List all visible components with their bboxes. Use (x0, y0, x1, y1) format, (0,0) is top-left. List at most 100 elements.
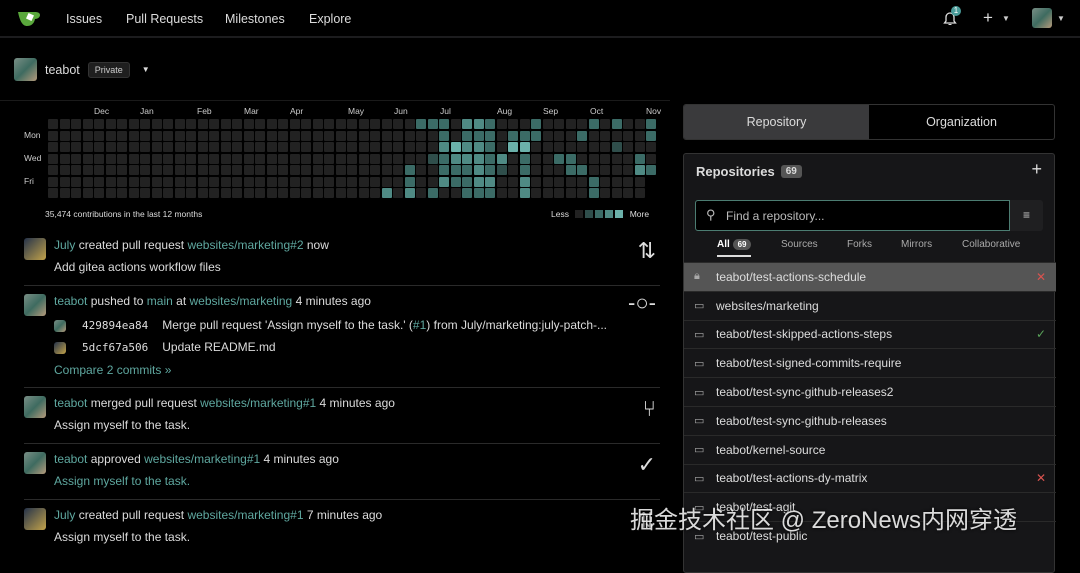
heatmap-cell[interactable] (462, 153, 472, 164)
chevron-down-icon[interactable]: ▼ (1057, 14, 1065, 23)
heatmap-cell[interactable] (174, 176, 185, 187)
heatmap-cell[interactable] (577, 130, 587, 141)
heatmap-cell[interactable] (278, 153, 288, 164)
filter-collaborative[interactable]: Collaborative (962, 239, 1020, 250)
user-avatar[interactable] (24, 238, 46, 260)
heatmap-cell[interactable] (59, 176, 70, 187)
user-avatar[interactable] (24, 396, 46, 418)
heatmap-cell[interactable] (71, 153, 81, 164)
heatmap-cell[interactable] (519, 130, 530, 141)
heatmap-cell[interactable] (94, 165, 104, 175)
heatmap-cell[interactable] (289, 165, 300, 175)
heatmap-cell[interactable] (324, 142, 334, 152)
user-avatar[interactable] (24, 294, 46, 316)
heatmap-cell[interactable] (404, 165, 415, 175)
heatmap-cell[interactable] (151, 165, 162, 175)
heatmap-cell[interactable] (335, 188, 346, 198)
heatmap-cell[interactable] (324, 165, 334, 175)
heatmap-cell[interactable] (59, 142, 70, 152)
heatmap-cell[interactable] (335, 153, 346, 164)
heatmap-cell[interactable] (427, 119, 438, 129)
commit-sha[interactable]: 5dcf67a506 (82, 341, 148, 354)
heatmap-cell[interactable] (565, 153, 576, 164)
heatmap-cell[interactable] (266, 142, 277, 152)
heatmap-cell[interactable] (370, 188, 380, 198)
heatmap-cell[interactable] (128, 119, 139, 129)
heatmap-cell[interactable] (473, 176, 484, 187)
heatmap-cell[interactable] (220, 130, 231, 141)
heatmap-cell[interactable] (209, 165, 219, 175)
pr-link[interactable]: websites/marketing#2 (187, 238, 303, 252)
heatmap-cell[interactable] (232, 176, 242, 187)
heatmap-cell[interactable] (519, 165, 530, 175)
heatmap-cell[interactable] (611, 119, 622, 129)
heatmap-cell[interactable] (301, 176, 311, 187)
heatmap-cell[interactable] (381, 188, 392, 198)
heatmap-cell[interactable] (496, 176, 507, 187)
heatmap-cell[interactable] (278, 165, 288, 175)
repo-item[interactable]: ▭ teabot/test-sync-github-releases (684, 405, 1056, 435)
heatmap-cell[interactable] (450, 153, 461, 164)
heatmap-cell[interactable] (577, 176, 587, 187)
heatmap-cell[interactable] (565, 130, 576, 141)
heatmap-cell[interactable] (163, 176, 173, 187)
heatmap-cell[interactable] (519, 153, 530, 164)
heatmap-cell[interactable] (347, 153, 357, 164)
heatmap-cell[interactable] (427, 188, 438, 198)
heatmap-cell[interactable] (393, 130, 403, 141)
heatmap-cell[interactable] (485, 153, 495, 164)
heatmap-cell[interactable] (140, 142, 150, 152)
heatmap-cell[interactable] (151, 119, 162, 129)
heatmap-cell[interactable] (266, 130, 277, 141)
heatmap-cell[interactable] (209, 153, 219, 164)
heatmap-cell[interactable] (289, 188, 300, 198)
heatmap-cell[interactable] (266, 165, 277, 175)
heatmap-cell[interactable] (335, 176, 346, 187)
heatmap-cell[interactable] (220, 188, 231, 198)
heatmap-cell[interactable] (301, 165, 311, 175)
heatmap-cell[interactable] (634, 119, 645, 129)
heatmap-cell[interactable] (554, 142, 564, 152)
heatmap-cell[interactable] (485, 130, 495, 141)
heatmap-cell[interactable] (94, 153, 104, 164)
filter-icon[interactable]: ≡ (1010, 200, 1043, 231)
heatmap-cell[interactable] (71, 142, 81, 152)
heatmap-cell[interactable] (140, 188, 150, 198)
heatmap-cell[interactable] (151, 130, 162, 141)
heatmap-cell[interactable] (404, 176, 415, 187)
heatmap-cell[interactable] (186, 119, 196, 129)
heatmap-cell[interactable] (393, 119, 403, 129)
heatmap-cell[interactable] (577, 153, 587, 164)
heatmap-cell[interactable] (370, 119, 380, 129)
heatmap-cell[interactable] (94, 130, 104, 141)
heatmap-cell[interactable] (197, 188, 208, 198)
heatmap-cell[interactable] (105, 176, 116, 187)
heatmap-cell[interactable] (462, 142, 472, 152)
heatmap-cell[interactable] (439, 130, 449, 141)
heatmap-cell[interactable] (600, 119, 610, 129)
heatmap-cell[interactable] (94, 119, 104, 129)
heatmap-cell[interactable] (462, 130, 472, 141)
heatmap-cell[interactable] (393, 188, 403, 198)
heatmap-cell[interactable] (554, 130, 564, 141)
repo-item[interactable]: ▭ teabot/kernel-source (684, 434, 1056, 464)
heatmap-cell[interactable] (59, 188, 70, 198)
heatmap-cell[interactable] (542, 153, 553, 164)
heatmap-cell[interactable] (508, 119, 518, 129)
tab-repository[interactable]: Repository (684, 105, 869, 139)
heatmap-cell[interactable] (496, 142, 507, 152)
heatmap-cell[interactable] (450, 188, 461, 198)
heatmap-cell[interactable] (197, 153, 208, 164)
heatmap-cell[interactable] (255, 165, 265, 175)
heatmap-cell[interactable] (646, 165, 656, 175)
heatmap-cell[interactable] (48, 119, 58, 129)
heatmap-cell[interactable] (197, 119, 208, 129)
pr-title-link[interactable]: Assign myself to the task. (54, 474, 190, 488)
user-avatar[interactable] (1032, 8, 1052, 28)
heatmap-cell[interactable] (358, 130, 369, 141)
heatmap-cell[interactable] (232, 165, 242, 175)
heatmap-cell[interactable] (140, 176, 150, 187)
heatmap-cell[interactable] (105, 188, 116, 198)
heatmap-cell[interactable] (623, 130, 633, 141)
heatmap-cell[interactable] (439, 165, 449, 175)
